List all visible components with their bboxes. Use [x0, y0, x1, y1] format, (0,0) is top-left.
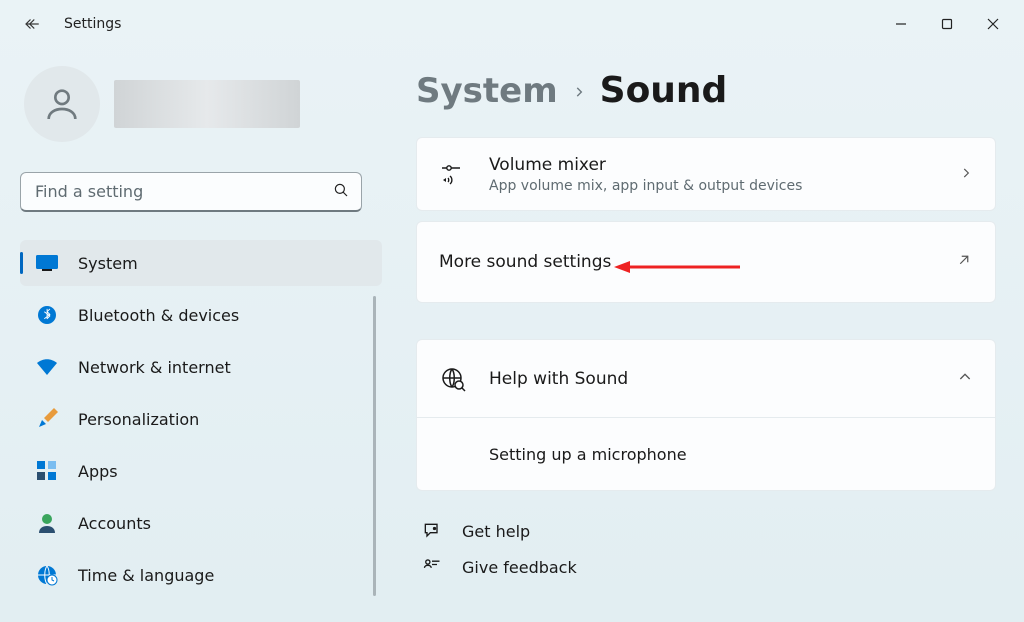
profile-name-redacted — [114, 80, 300, 128]
sidebar-scrollbar[interactable] — [373, 296, 376, 596]
maximize-button[interactable] — [924, 4, 970, 44]
get-help-link[interactable]: Get help — [420, 521, 996, 541]
help-title: Help with Sound — [489, 369, 628, 389]
search-icon — [332, 181, 350, 203]
avatar — [24, 66, 100, 142]
nav-item-label: System — [78, 254, 138, 273]
external-link-icon — [955, 251, 973, 273]
chevron-right-icon — [959, 165, 973, 184]
nav-item-apps[interactable]: Apps — [20, 448, 382, 494]
help-icon — [420, 521, 444, 541]
search-input[interactable] — [20, 172, 362, 212]
breadcrumb-parent[interactable]: System — [416, 71, 558, 111]
nav-item-label: Personalization — [78, 410, 199, 429]
bluetooth-icon — [36, 304, 58, 326]
card-more-sound-settings[interactable]: More sound settings — [416, 221, 996, 303]
card-volume-mixer[interactable]: Volume mixer App volume mix, app input &… — [416, 137, 996, 211]
content-area: System Sound Volume mixer App volume mix… — [390, 48, 1024, 622]
nav-item-time-language[interactable]: Time & language — [20, 552, 382, 598]
monitor-icon — [36, 252, 58, 274]
close-icon — [987, 18, 999, 30]
help-item-label: Setting up a microphone — [489, 445, 687, 464]
globe-clock-icon — [36, 564, 58, 586]
window-title: Settings — [64, 16, 121, 32]
chevron-right-icon — [572, 80, 586, 105]
paintbrush-icon — [36, 408, 58, 430]
maximize-icon — [941, 18, 953, 30]
nav-item-personalization[interactable]: Personalization — [20, 396, 382, 442]
minimize-button[interactable] — [878, 4, 924, 44]
nav-item-network[interactable]: Network & internet — [20, 344, 382, 390]
nav-item-accounts[interactable]: Accounts — [20, 500, 382, 546]
footer-links: Get help Give feedback — [416, 521, 996, 577]
sidebar: System Bluetooth & devices Network & int… — [0, 48, 390, 622]
account-icon — [36, 512, 58, 534]
minimize-icon — [895, 18, 907, 30]
card-help-with-sound: Help with Sound Setting up a microphone — [416, 339, 996, 491]
profile-block[interactable] — [20, 66, 382, 142]
close-button[interactable] — [970, 4, 1016, 44]
nav-list: System Bluetooth & devices Network & int… — [20, 240, 382, 598]
nav-item-system[interactable]: System — [20, 240, 382, 286]
help-item-microphone[interactable]: Setting up a microphone — [417, 418, 995, 490]
nav-item-label: Apps — [78, 462, 118, 481]
back-button[interactable] — [18, 10, 46, 38]
breadcrumb-current: Sound — [600, 70, 728, 111]
card-title: Volume mixer — [489, 155, 937, 175]
titlebar: Settings — [0, 0, 1024, 48]
help-header[interactable]: Help with Sound — [417, 340, 995, 418]
chevron-up-icon — [957, 369, 973, 389]
nav-item-label: Bluetooth & devices — [78, 306, 239, 325]
arrow-left-icon — [23, 15, 41, 33]
nav-item-label: Time & language — [78, 566, 214, 585]
card-title: More sound settings — [439, 252, 933, 272]
person-icon — [42, 84, 82, 124]
nav-item-bluetooth[interactable]: Bluetooth & devices — [20, 292, 382, 338]
wifi-icon — [36, 356, 58, 378]
breadcrumb: System Sound — [416, 70, 996, 111]
nav-item-label: Accounts — [78, 514, 151, 533]
feedback-icon — [420, 557, 444, 577]
give-feedback-label: Give feedback — [462, 558, 577, 577]
window-controls — [878, 4, 1016, 44]
nav-item-label: Network & internet — [78, 358, 231, 377]
give-feedback-link[interactable]: Give feedback — [420, 557, 996, 577]
globe-search-icon — [439, 366, 467, 392]
get-help-label: Get help — [462, 522, 530, 541]
card-subtitle: App volume mix, app input & output devic… — [489, 178, 937, 194]
search-field[interactable] — [20, 172, 362, 212]
apps-icon — [36, 460, 58, 482]
mixer-icon — [439, 163, 467, 185]
